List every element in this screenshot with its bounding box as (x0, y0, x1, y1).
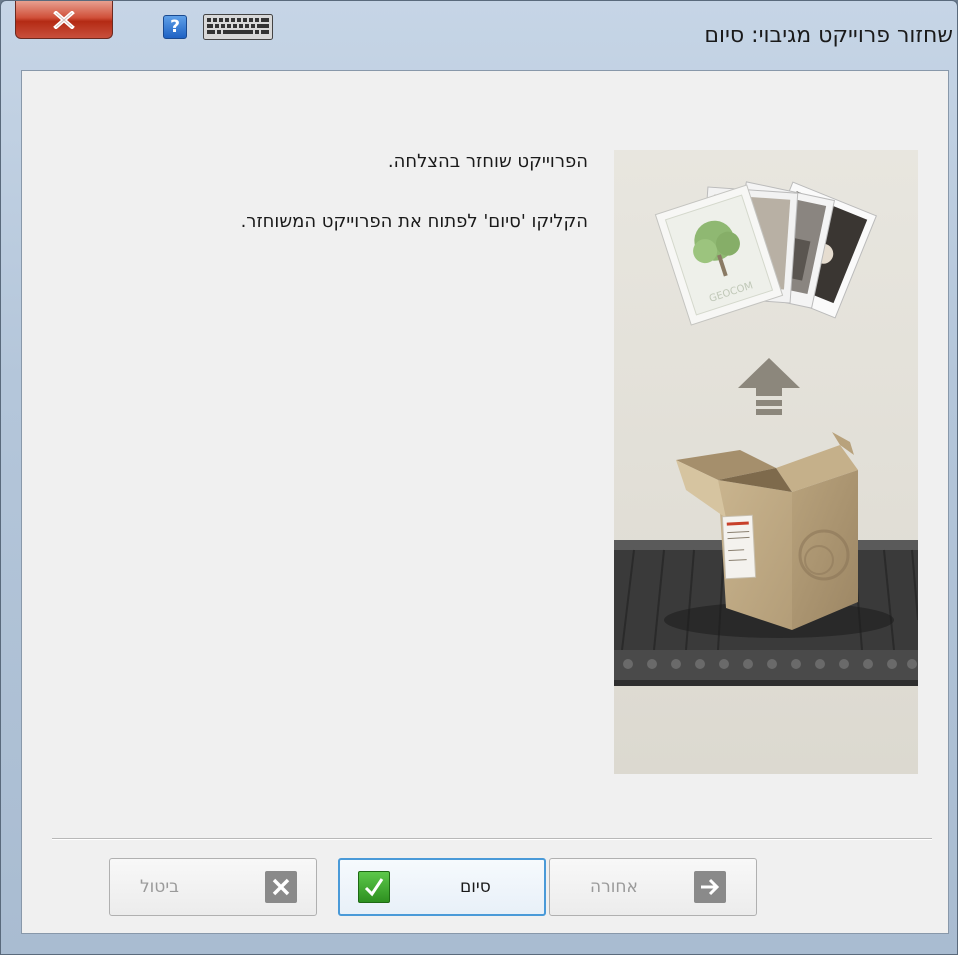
dialog-window: ? שחזור פרוייקט מגיבוי: סיום הפרוייקט שו… (0, 0, 958, 955)
keyboard-icon[interactable] (203, 14, 273, 40)
back-button-label: אחורה (590, 877, 638, 897)
finish-button[interactable]: סיום (338, 858, 546, 916)
finish-button-label: סיום (460, 877, 491, 897)
footer-divider (52, 838, 932, 840)
success-message: הפרוייקט שוחזר בהצלחה. (387, 151, 588, 172)
close-x-icon (265, 871, 297, 903)
cancel-button[interactable]: ביטול (109, 858, 317, 916)
close-icon (53, 10, 75, 29)
help-label: ? (170, 17, 180, 37)
help-icon[interactable]: ? (163, 15, 187, 39)
arrow-right-icon (694, 871, 726, 903)
close-button[interactable] (15, 1, 113, 39)
back-button[interactable]: אחורה (549, 858, 757, 916)
restore-illustration: GEOCOM (614, 150, 918, 774)
content-panel: הפרוייקט שוחזר בהצלחה. הקליקו 'סיום' לפת… (21, 70, 949, 934)
cancel-button-label: ביטול (140, 877, 179, 897)
window-title: שחזור פרוייקט מגיבוי: סיום (704, 23, 953, 48)
title-bar[interactable]: ? שחזור פרוייקט מגיבוי: סיום (1, 1, 957, 69)
instruction-message: הקליקו 'סיום' לפתוח את הפרוייקט המשוחזר. (240, 211, 588, 232)
checkmark-icon (358, 871, 390, 903)
